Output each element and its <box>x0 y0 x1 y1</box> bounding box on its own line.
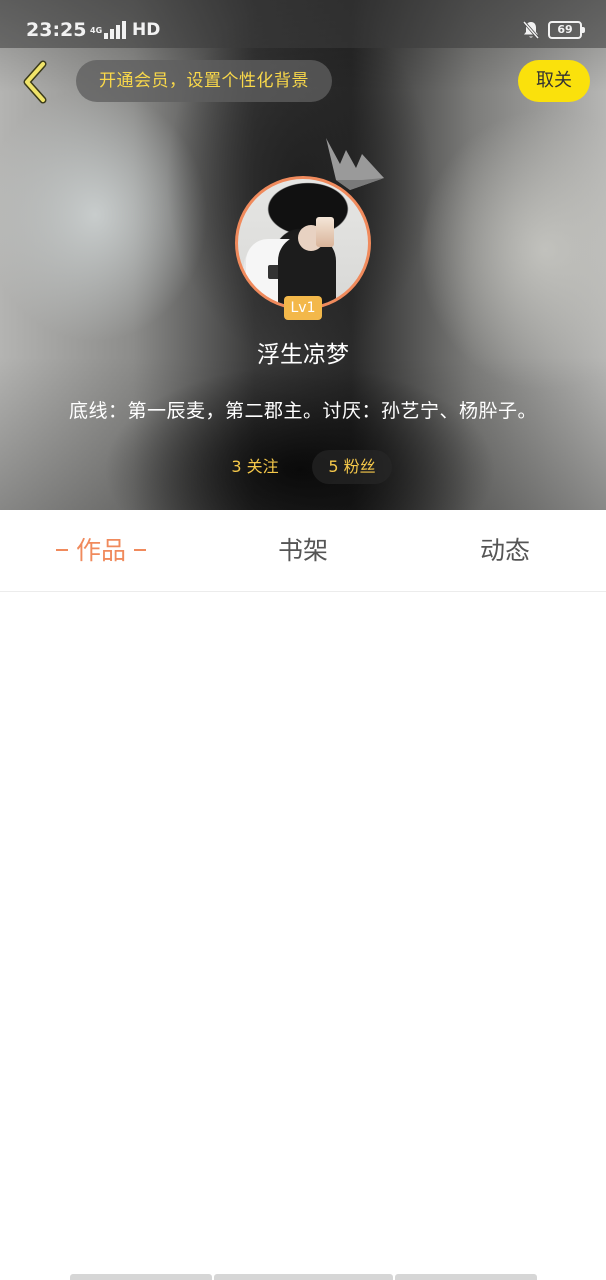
battery-icon: 69 <box>548 21 585 39</box>
vip-background-banner[interactable]: 开通会员，设置个性化背景 <box>76 60 332 102</box>
tab-label: 作品 <box>75 536 126 565</box>
avatar[interactable] <box>235 176 371 310</box>
profile-header-background: 23:25 4G HD 69 开通会员，设置个性化背景 取关 Lv1 浮生凉梦 … <box>0 0 606 510</box>
tab-label: 书架 <box>277 536 328 565</box>
works-content-area <box>0 593 606 1263</box>
stats-row: 3 关注 5 粉丝 <box>0 450 606 484</box>
tab-bookshelf[interactable]: 书架 <box>202 510 404 592</box>
status-bar: 23:25 4G HD 69 <box>0 0 606 48</box>
fans-count[interactable]: 5 粉丝 <box>312 450 392 484</box>
tab-indicator <box>134 549 146 551</box>
tab-moments[interactable]: 动态 <box>404 510 606 592</box>
profile-page: 23:25 4G HD 69 开通会员，设置个性化背景 取关 Lv1 浮生凉梦 … <box>0 0 606 1280</box>
profile-tabs: 作品 书架 动态 <box>0 510 606 592</box>
chevron-left-icon <box>23 60 47 104</box>
nickname: 浮生凉梦 <box>257 342 349 368</box>
bottom-handle <box>395 1274 537 1280</box>
bottom-handle <box>70 1274 212 1280</box>
unfollow-button[interactable]: 取关 <box>518 60 590 102</box>
back-button[interactable] <box>10 56 58 108</box>
signal-icon: 4G HD <box>90 19 160 41</box>
status-time: 23:25 <box>26 19 87 41</box>
network-type: 4G <box>90 25 103 35</box>
following-count[interactable]: 3 关注 <box>214 450 296 484</box>
level-badge: Lv1 <box>284 296 322 320</box>
tab-indicator <box>55 549 68 551</box>
bottom-handle <box>214 1274 393 1280</box>
bio-text: 底线：第一辰麦，第二郡主。讨厌：孙艺宁、杨肸子。 <box>68 400 537 422</box>
tab-label: 动态 <box>479 536 530 565</box>
bell-off-icon <box>522 21 540 39</box>
tab-works[interactable]: 作品 <box>0 510 202 592</box>
hd-indicator: HD <box>132 20 161 40</box>
